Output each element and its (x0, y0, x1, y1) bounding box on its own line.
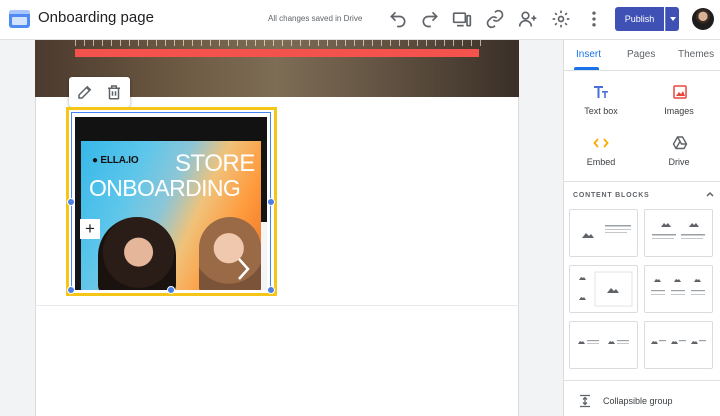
tab-pages[interactable]: Pages (627, 49, 655, 60)
panel-bottom-divider (563, 380, 720, 381)
resize-handle-right[interactable] (267, 198, 275, 206)
publish-options-chevron-icon[interactable] (665, 7, 679, 31)
undo-icon[interactable] (388, 9, 408, 29)
content-block-image-grid[interactable] (569, 265, 638, 313)
resize-handle-bottom-left[interactable] (67, 286, 75, 294)
layout-preview-icon (651, 279, 705, 295)
content-block-two-images[interactable] (644, 209, 713, 257)
content-block-two-col-list[interactable] (569, 321, 638, 369)
avatar[interactable] (692, 8, 714, 30)
content-blocks-divider (563, 181, 720, 182)
drive-icon[interactable] (672, 135, 688, 151)
image-icon[interactable] (672, 84, 688, 100)
collapsible-group-icon[interactable] (578, 394, 592, 408)
carousel-next-chevron-icon[interactable] (233, 255, 253, 283)
layout-preview-icon (579, 271, 633, 307)
tab-insert[interactable]: Insert (576, 49, 601, 60)
gear-icon[interactable] (551, 9, 571, 29)
ruler (75, 40, 483, 46)
link-icon[interactable] (485, 9, 505, 29)
tab-themes[interactable]: Themes (678, 49, 714, 60)
content-block-three-columns[interactable] (644, 265, 713, 313)
layout-preview-icon (652, 223, 705, 239)
more-vert-icon[interactable] (584, 9, 604, 29)
resize-handle-left[interactable] (67, 198, 75, 206)
image-toolbar (69, 77, 130, 107)
publish-button[interactable]: Publish (615, 7, 664, 31)
text-box-icon[interactable] (593, 84, 609, 100)
resize-handle-bottom[interactable] (167, 286, 175, 294)
section-divider (35, 305, 519, 306)
document-title[interactable]: Onboarding page (38, 9, 154, 26)
collapse-chevron-up-icon[interactable] (705, 189, 715, 199)
save-status: All changes saved in Drive (268, 14, 363, 23)
insert-images-label[interactable]: Images (649, 106, 709, 116)
image-right-edge (261, 222, 267, 290)
tabs-divider (563, 70, 720, 71)
woman-left-photo (98, 217, 176, 290)
content-blocks-title: CONTENT BLOCKS (573, 192, 650, 199)
sites-logo-icon[interactable] (9, 10, 30, 28)
layout-preview-icon (651, 340, 706, 344)
trash-delete-icon[interactable] (105, 83, 123, 101)
layout-preview-icon (578, 340, 629, 344)
resize-handle-bottom-right[interactable] (267, 286, 275, 294)
image-logo-text: ● ELLA.IO (92, 155, 139, 166)
image-headline-onboarding: ONBOARDING (89, 175, 241, 201)
content-block-three-col-list[interactable] (644, 321, 713, 369)
image-headline-store: STORE (175, 150, 255, 177)
redo-icon[interactable] (420, 9, 440, 29)
add-image-button[interactable]: + (80, 219, 100, 239)
content-block-image-text[interactable] (569, 209, 638, 257)
insert-text-box-label[interactable]: Text box (571, 106, 631, 116)
layout-preview-icon (582, 225, 631, 238)
pencil-edit-icon[interactable] (76, 83, 94, 101)
image-top-band (75, 117, 267, 141)
insert-drive-label[interactable]: Drive (649, 157, 709, 167)
insert-embed-label[interactable]: Embed (571, 157, 631, 167)
embed-icon[interactable] (593, 135, 609, 151)
header-red-bar[interactable] (75, 49, 479, 57)
share-icon[interactable] (518, 9, 538, 29)
collapsible-group-label[interactable]: Collapsible group (603, 396, 673, 406)
preview-icon[interactable] (452, 9, 472, 29)
